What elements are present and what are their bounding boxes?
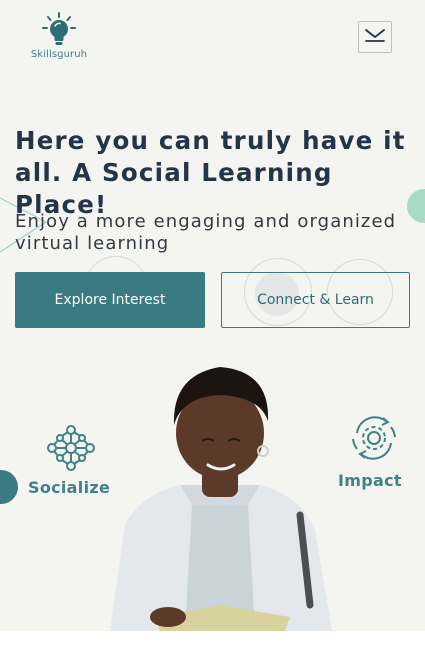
chevron-down-icon (364, 26, 386, 48)
socialize-label: Socialize (28, 478, 111, 497)
menu-toggle-button[interactable] (358, 21, 392, 53)
impact-label: Impact (338, 471, 402, 490)
decorative-teal-circle (0, 470, 18, 504)
page: Skillsguruh Here you can truly have it a… (0, 0, 425, 631)
hero-subheadline: Enjoy a more engaging and organized virt… (15, 211, 397, 254)
lightbulb-icon (26, 12, 92, 48)
hero-student-photo (110, 367, 332, 631)
explore-interest-button[interactable]: Explore Interest (15, 272, 205, 328)
hero-headline: Here you can truly have it all. A Social… (15, 126, 406, 219)
brand-name: Skillsguruh (30, 49, 88, 60)
brand-logo[interactable]: Skillsguruh (26, 12, 92, 60)
connect-learn-button[interactable]: Connect & Learn (221, 272, 410, 328)
